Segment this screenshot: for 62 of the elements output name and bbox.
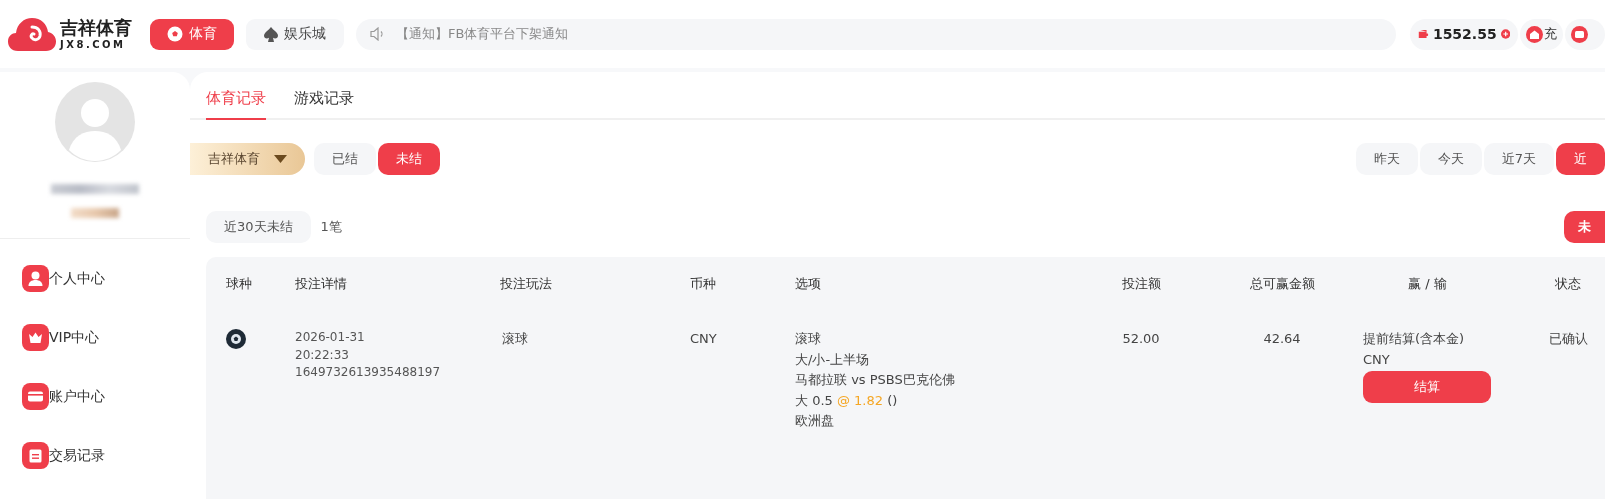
column-header: 选项 bbox=[795, 275, 822, 293]
sidebar-item[interactable]: 账户中心 bbox=[0, 367, 190, 426]
column-header: 总可赢金额 bbox=[1248, 275, 1316, 293]
date-filter[interactable]: 今天 bbox=[1419, 143, 1482, 175]
crown-icon bbox=[22, 324, 49, 351]
bet-date: 2026-01-31 bbox=[295, 329, 365, 346]
wallet-icon bbox=[1418, 28, 1429, 40]
balance-amount: 1552.55 bbox=[1432, 26, 1497, 42]
card-icon bbox=[22, 383, 49, 410]
settle-button[interactable]: 结算 bbox=[1363, 371, 1491, 403]
logo-domain: JX8.COM bbox=[60, 39, 127, 50]
deposit-button[interactable]: 充 bbox=[1520, 18, 1563, 50]
sidebar-item[interactable]: 个人中心 bbox=[0, 249, 190, 308]
selection-line: 滚球 bbox=[795, 330, 821, 348]
cash-out-label: 提前结算(含本金) bbox=[1363, 330, 1465, 348]
selection-odds: 大 0.5 @ 1.82 () bbox=[795, 391, 898, 410]
column-header: 球种 bbox=[226, 275, 253, 293]
nav-tab[interactable]: 娱乐城 bbox=[246, 18, 344, 50]
avatar-icon bbox=[55, 82, 135, 162]
stake-amount: 52.00 bbox=[1122, 330, 1160, 348]
column-header: 投注详情 bbox=[295, 275, 348, 293]
provider-dropdown[interactable]: 吉祥体育 bbox=[190, 143, 305, 175]
status-filter[interactable]: 未结 bbox=[378, 143, 440, 175]
sidebar-item[interactable]: VIP中心 bbox=[0, 308, 190, 367]
user-icon bbox=[22, 265, 49, 292]
deposit-icon bbox=[1526, 25, 1543, 43]
currency: CNY bbox=[690, 330, 717, 348]
sidebar-item[interactable]: 交易记录 bbox=[0, 426, 190, 485]
bet-status: 已确认 bbox=[1548, 330, 1588, 348]
column-header: 币种 bbox=[690, 275, 717, 293]
selection-line: 马都拉联 vs PSBS巴克伦佛 bbox=[795, 371, 955, 389]
logo-name: 吉祥体育 bbox=[60, 18, 132, 37]
status-filter[interactable]: 已结 bbox=[314, 143, 376, 175]
date-filter[interactable]: 昨天 bbox=[1355, 143, 1418, 175]
soccer-ball-icon bbox=[167, 26, 183, 42]
nav-tab[interactable]: 体育 bbox=[150, 18, 234, 50]
potential-win: 42.64 bbox=[1263, 330, 1301, 348]
speaker-icon bbox=[370, 27, 386, 41]
record-tab[interactable]: 体育记录 bbox=[206, 89, 266, 120]
soccer-icon bbox=[226, 329, 246, 349]
market-type: 欧洲盘 bbox=[795, 412, 834, 430]
column-header: 赢 / 输 bbox=[1407, 275, 1448, 293]
spade-icon bbox=[264, 26, 278, 42]
selection-line: 大/小-上半场 bbox=[795, 350, 870, 369]
result-currency: CNY bbox=[1363, 350, 1390, 369]
column-header: 投注玩法 bbox=[500, 275, 553, 293]
record-tab[interactable]: 游戏记录 bbox=[294, 89, 354, 120]
document-icon bbox=[22, 442, 49, 469]
bet-count: 1笔 bbox=[320, 218, 342, 236]
plus-icon[interactable] bbox=[1500, 28, 1510, 40]
bet-time: 20:22:33 bbox=[295, 346, 349, 364]
wallet-icon[interactable] bbox=[1571, 25, 1588, 43]
column-header: 状态 bbox=[1554, 275, 1582, 293]
column-header: 投注额 bbox=[1120, 275, 1162, 293]
date-filter[interactable]: 近7天 bbox=[1483, 143, 1554, 175]
bet-id: 1649732613935488197 bbox=[295, 364, 441, 381]
bet-type: 滚球 bbox=[502, 330, 528, 348]
unsettled-button[interactable]: 未 bbox=[1564, 211, 1605, 243]
cloud-logo-icon bbox=[8, 17, 56, 51]
caret-icon bbox=[274, 155, 287, 163]
date-filter[interactable]: 近 bbox=[1556, 143, 1605, 175]
period-label: 近30天未结 bbox=[206, 211, 311, 243]
